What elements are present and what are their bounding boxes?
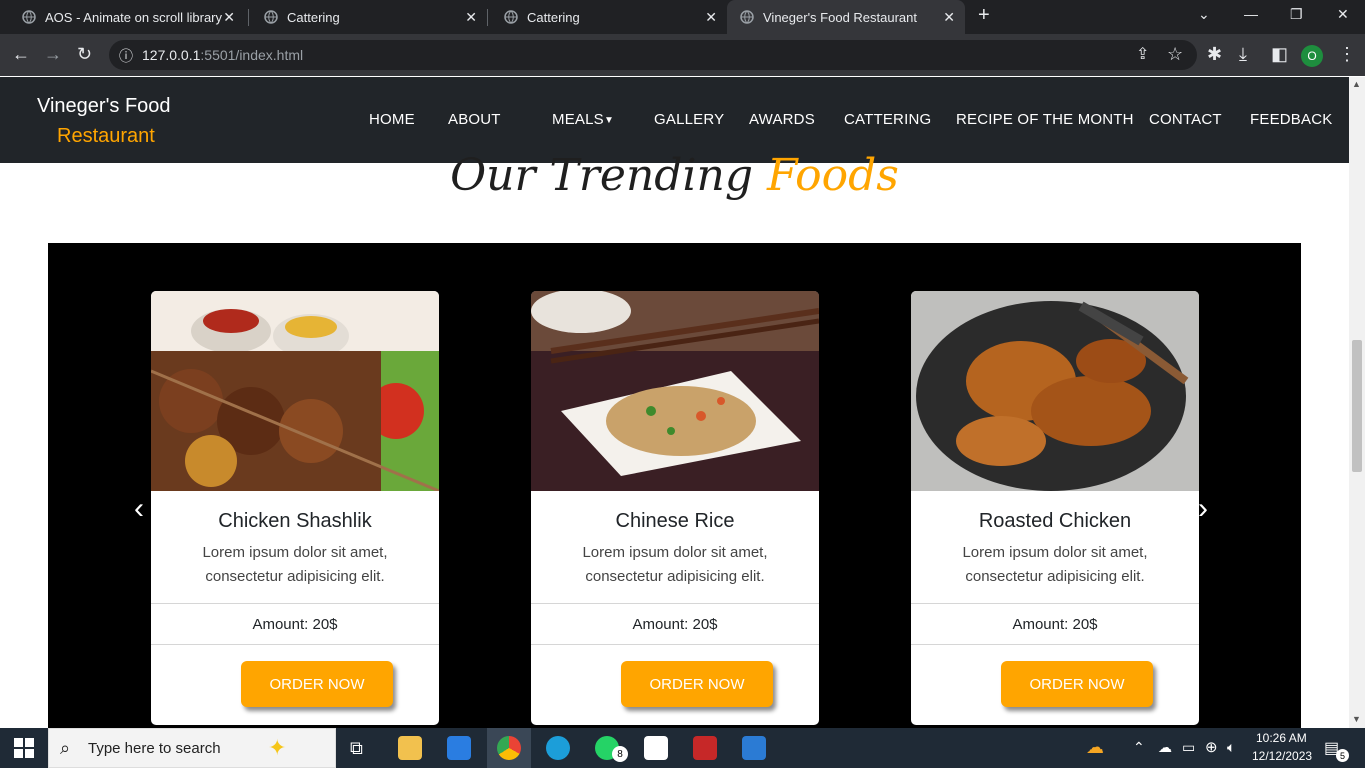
new-tab-icon[interactable]: + bbox=[978, 4, 990, 27]
menu-kebab-icon[interactable]: ⋮ bbox=[1338, 44, 1356, 64]
tab-title: Cattering bbox=[527, 9, 580, 25]
forward-icon[interactable]: → bbox=[44, 44, 62, 64]
side-panel-icon[interactable]: ◧ bbox=[1271, 44, 1288, 64]
food-image-rice bbox=[531, 291, 819, 491]
caret-down-icon[interactable]: ▼ bbox=[604, 115, 614, 126]
food-image-roasted-chicken bbox=[911, 291, 1199, 491]
card-description: Lorem ipsum dolor sit amet, consectetur … bbox=[202, 544, 388, 585]
tray-chevron-up-icon[interactable]: ⌃ bbox=[1133, 739, 1145, 756]
task-view-icon[interactable]: ⧉ bbox=[350, 738, 363, 759]
nav-meals[interactable]: MEALS bbox=[552, 111, 604, 128]
restore-icon[interactable]: ❐ bbox=[1290, 6, 1303, 23]
order-now-button[interactable]: ORDER NOW bbox=[241, 661, 393, 707]
browser-tab[interactable]: Cattering ✕ bbox=[242, 0, 487, 34]
tab-title: Cattering bbox=[287, 9, 340, 25]
url-text[interactable]: 127.0.0.1:5501/index.html bbox=[142, 47, 303, 63]
extensions-icon[interactable]: ✱ bbox=[1207, 44, 1222, 64]
card-description: Lorem ipsum dolor sit amet, consectetur … bbox=[962, 544, 1148, 585]
vscode-icon[interactable] bbox=[742, 736, 766, 760]
food-card: Chicken Shashlik Lorem ipsum dolor sit a… bbox=[151, 291, 439, 725]
close-tab-icon[interactable]: ✕ bbox=[223, 9, 235, 26]
download-icon[interactable]: ⤓ bbox=[1239, 44, 1247, 64]
taskbar-time[interactable]: 10:26 AM bbox=[1256, 731, 1307, 745]
card-amount: Amount: 20$ bbox=[632, 616, 718, 633]
back-icon[interactable]: ← bbox=[12, 44, 30, 64]
close-tab-icon[interactable]: ✕ bbox=[943, 9, 955, 26]
search-icon: ⌕ bbox=[60, 738, 71, 758]
browser-tab[interactable]: AOS - Animate on scroll library ✕ bbox=[0, 0, 245, 34]
info-icon[interactable]: ⓘ bbox=[119, 46, 133, 66]
file-explorer-icon[interactable] bbox=[398, 736, 422, 760]
bookmark-star-icon[interactable]: ☆ bbox=[1167, 44, 1183, 64]
chrome-icon[interactable] bbox=[497, 736, 521, 760]
brand-subtitle[interactable]: Restaurant bbox=[57, 125, 155, 148]
globe-icon bbox=[263, 9, 279, 25]
brand-name[interactable]: Vineger's Food bbox=[37, 95, 171, 118]
scroll-up-icon[interactable]: ▲ bbox=[1352, 79, 1361, 89]
search-placeholder: Type here to search bbox=[88, 740, 221, 757]
globe-icon bbox=[21, 9, 37, 25]
nav-contact[interactable]: CONTACT bbox=[1149, 111, 1222, 128]
food-card: Chinese Rice Lorem ipsum dolor sit amet,… bbox=[531, 291, 819, 725]
browser-tab-active[interactable]: Vineger's Food Restaurant ✕ bbox=[727, 0, 965, 34]
browser-tab-strip: AOS - Animate on scroll library ✕ Catter… bbox=[0, 0, 1365, 34]
copilot-sparkle-icon[interactable]: ✦ bbox=[268, 735, 286, 761]
card-title: Chinese Rice bbox=[615, 510, 735, 532]
nav-home[interactable]: HOME bbox=[369, 111, 415, 128]
notification-count-badge: 5 bbox=[1336, 749, 1349, 762]
nav-about[interactable]: ABOUT bbox=[448, 111, 501, 128]
tab-title: Vineger's Food Restaurant bbox=[763, 9, 918, 25]
stocks-app-icon[interactable] bbox=[644, 736, 668, 760]
nav-recipe[interactable]: RECIPE OF THE MONTH bbox=[956, 111, 1134, 128]
tab-title: AOS - Animate on scroll library bbox=[45, 9, 223, 25]
scroll-down-icon[interactable]: ▼ bbox=[1352, 714, 1361, 724]
profile-avatar[interactable]: O bbox=[1301, 45, 1323, 67]
order-now-button[interactable]: ORDER NOW bbox=[621, 661, 773, 707]
taskbar-date[interactable]: 12/12/2023 bbox=[1252, 749, 1312, 763]
microsoft-store-icon[interactable] bbox=[447, 736, 471, 760]
card-amount: Amount: 20$ bbox=[1012, 616, 1098, 633]
recorder-app-icon[interactable] bbox=[693, 736, 717, 760]
share-icon[interactable]: ⇪ bbox=[1136, 45, 1149, 65]
whatsapp-badge: 8 bbox=[612, 746, 628, 762]
nav-cattering[interactable]: CATTERING bbox=[844, 111, 931, 128]
network-globe-icon[interactable]: ⊕ bbox=[1205, 738, 1218, 756]
card-title: Chicken Shashlik bbox=[218, 510, 372, 532]
section-heading: Our Trending Foods bbox=[450, 150, 899, 201]
food-card: Roasted Chicken Lorem ipsum dolor sit am… bbox=[911, 291, 1199, 725]
nav-feedback[interactable]: FEEDBACK bbox=[1250, 111, 1332, 128]
globe-icon bbox=[739, 9, 755, 25]
chevron-down-icon[interactable]: ⌄ bbox=[1198, 6, 1210, 23]
weather-icon[interactable]: ☁ bbox=[1086, 737, 1104, 758]
cloud-offline-icon[interactable]: ☁ bbox=[1158, 739, 1172, 756]
windows-start-icon[interactable] bbox=[14, 738, 34, 763]
close-tab-icon[interactable]: ✕ bbox=[465, 9, 477, 26]
order-now-button[interactable]: ORDER NOW bbox=[1001, 661, 1153, 707]
carousel-next-icon[interactable]: › bbox=[1198, 492, 1208, 526]
nav-gallery[interactable]: GALLERY bbox=[654, 111, 724, 128]
browser-tab[interactable]: Cattering ✕ bbox=[482, 0, 727, 34]
close-window-icon[interactable]: ✕ bbox=[1337, 6, 1349, 23]
food-image-shashlik bbox=[151, 291, 439, 493]
globe-icon bbox=[503, 9, 519, 25]
nav-awards[interactable]: AWARDS bbox=[749, 111, 815, 128]
reload-icon[interactable]: ↻ bbox=[77, 44, 92, 64]
card-amount: Amount: 20$ bbox=[252, 616, 338, 633]
card-title: Roasted Chicken bbox=[978, 510, 1132, 532]
scrollbar-thumb[interactable] bbox=[1352, 340, 1362, 472]
carousel-prev-icon[interactable]: ‹ bbox=[134, 492, 144, 526]
card-description: Lorem ipsum dolor sit amet, consectetur … bbox=[582, 544, 768, 585]
edge-icon[interactable] bbox=[546, 736, 570, 760]
close-tab-icon[interactable]: ✕ bbox=[705, 9, 717, 26]
volume-icon[interactable]: 🔈︎ bbox=[1227, 739, 1235, 756]
minimize-icon[interactable]: — bbox=[1244, 6, 1258, 22]
battery-icon[interactable]: ▭ bbox=[1182, 739, 1195, 756]
